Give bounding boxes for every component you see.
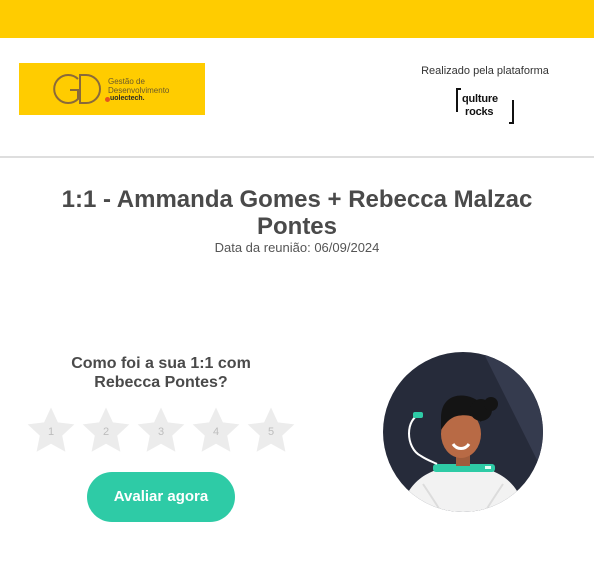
logo-line-1: Gestão de	[108, 77, 145, 86]
logo-bracket-left	[456, 88, 461, 112]
company-logo: Gestão de Desenvolvimento uolectech.	[19, 63, 205, 115]
meeting-title: 1:1 - Ammanda Gomes + Rebecca Malzac Pon…	[61, 186, 533, 240]
star-number: 2	[102, 426, 110, 438]
platform-logo-line-2: rocks	[465, 106, 494, 118]
rate-now-button[interactable]: Avaliar agora	[87, 472, 235, 522]
star-rating: 1 2 3 4 5	[25, 406, 300, 458]
qulture-rocks-logo: qulture rocks	[456, 88, 514, 124]
astronaut-avatar-icon	[383, 352, 543, 512]
star-2[interactable]: 2	[80, 406, 132, 458]
star-1[interactable]: 1	[25, 406, 77, 458]
email-header: Gestão de Desenvolvimento uolectech. Rea…	[0, 38, 594, 156]
star-number: 3	[157, 426, 165, 438]
platform-logo-line-1: qulture	[462, 93, 498, 105]
star-number: 5	[267, 426, 275, 438]
star-4[interactable]: 4	[190, 406, 242, 458]
star-5[interactable]: 5	[245, 406, 297, 458]
logo-line-3: uolectech.	[110, 95, 145, 102]
star-number: 4	[212, 426, 220, 438]
logo-line-2: Desenvolvimento	[108, 86, 170, 95]
rating-question: Como foi a sua 1:1 com Rebecca Pontes?	[71, 355, 251, 391]
header-divider	[0, 156, 594, 158]
top-accent-bar	[0, 0, 594, 38]
star-number: 1	[47, 426, 55, 438]
platform-label: Realizado pela plataforma	[421, 65, 549, 77]
meeting-date: Data da reunião: 06/09/2024	[214, 240, 380, 255]
star-3[interactable]: 3	[135, 406, 187, 458]
logo-bracket-right	[509, 100, 514, 124]
